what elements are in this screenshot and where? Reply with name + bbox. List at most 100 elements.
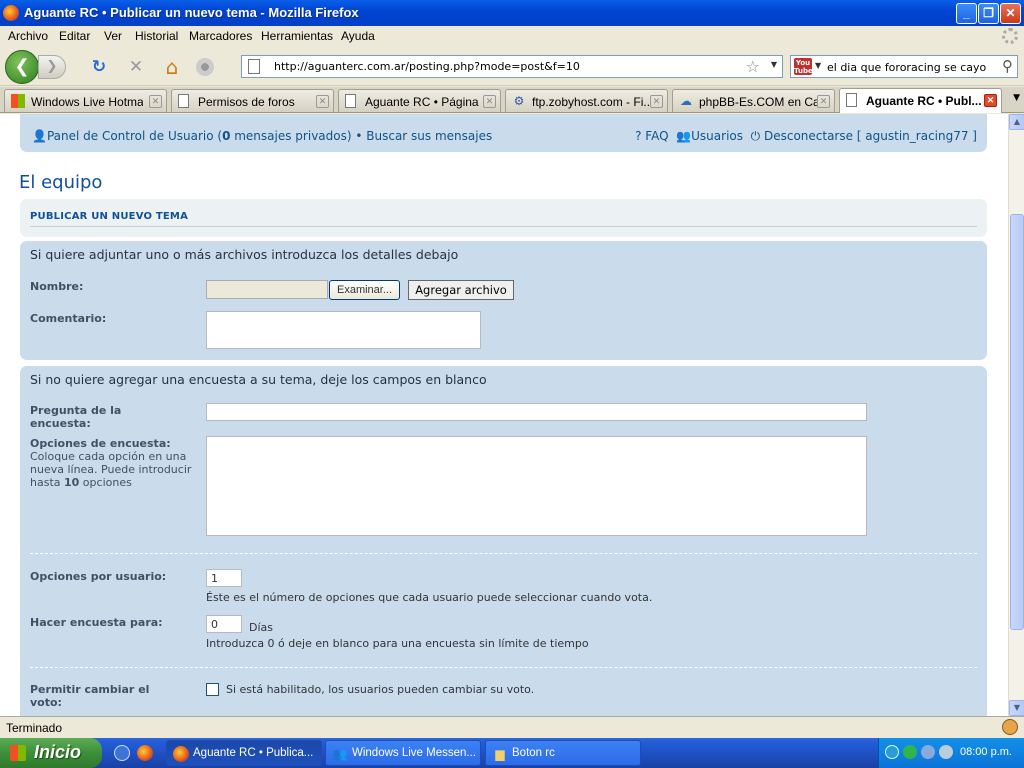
options-per-user-label: Opciones por usuario:: [30, 570, 167, 583]
power-icon: ⏻: [750, 129, 761, 143]
firefox-quicklaunch-icon[interactable]: [137, 745, 153, 761]
addon-gear-icon[interactable]: [196, 58, 214, 76]
tray-arrow-icon[interactable]: [885, 745, 899, 759]
menu-archivo[interactable]: Archivo: [8, 29, 48, 43]
tab-aguante-pagina[interactable]: Aguante RC • Página ... ✕: [338, 89, 501, 112]
tray-star-icon[interactable]: [921, 745, 935, 759]
start-label: Inicio: [34, 742, 82, 762]
close-button[interactable]: ✕: [1000, 3, 1021, 24]
poll-question-label: Pregunta de la encuesta:: [30, 404, 122, 430]
bookmark-star-icon[interactable]: ☆: [746, 57, 760, 76]
page-icon: [248, 59, 260, 74]
menu-ayuda[interactable]: Ayuda: [341, 29, 375, 43]
search-engine-dropdown-icon[interactable]: ▼: [815, 61, 821, 70]
ie-quicklaunch-icon[interactable]: [114, 745, 130, 761]
messenger-icon: 👥: [332, 747, 348, 761]
tab-label: phpBB-Es.COM en Ca...: [699, 95, 817, 109]
task-messenger[interactable]: 👥 Windows Live Messen...: [325, 740, 481, 766]
vertical-scrollbar[interactable]: ▲ ▼: [1008, 114, 1024, 716]
poll-duration-note: Introduzca 0 ó deje en blanco para una e…: [206, 637, 589, 650]
url-dropdown-icon[interactable]: ▼: [771, 60, 777, 69]
tab-label: Windows Live Hotmail: [31, 95, 143, 109]
change-vote-checkbox[interactable]: [206, 683, 219, 696]
tab-close-icon[interactable]: ✕: [817, 95, 830, 108]
search-icon[interactable]: ⚲: [1002, 57, 1013, 75]
tab-list-icon[interactable]: ▼: [1013, 93, 1020, 103]
poll-question-input[interactable]: [206, 403, 867, 421]
post-header-title: PUBLICAR UN NUEVO TEMA: [30, 211, 189, 222]
task-folder[interactable]: ▆ Boton rc: [485, 740, 641, 766]
windows-flag-icon: [10, 745, 26, 761]
tab-close-icon[interactable]: ✕: [984, 94, 997, 107]
stop-icon[interactable]: ✕: [125, 56, 147, 78]
title-bar: Aguante RC • Publicar un nuevo tema - Mo…: [0, 0, 1024, 26]
comment-textarea[interactable]: [206, 311, 481, 349]
ucp-link[interactable]: Panel de Control de Usuario (0 mensajes …: [47, 129, 352, 143]
tray-network-icon[interactable]: [939, 745, 953, 759]
minimize-button[interactable]: _: [956, 3, 977, 24]
menu-marcadores[interactable]: Marcadores: [189, 29, 252, 43]
menu-bar: Archivo Editar Ver Historial Marcadores …: [0, 26, 1024, 46]
attachments-intro: Si quiere adjuntar uno o más archivos in…: [30, 247, 459, 262]
navigation-toolbar: ❮ ❯ ↻ ✕ ⌂ http://aguanterc.com.ar/postin…: [0, 46, 1024, 86]
poll-intro: Si no quiere agregar una encuesta a su t…: [30, 372, 487, 387]
logout-link[interactable]: Desconectarse [ agustin_racing77 ]: [764, 129, 977, 143]
tab-phpbb[interactable]: ☁ phpBB-Es.COM en Ca... ✕: [672, 89, 835, 112]
scroll-up-icon[interactable]: ▲: [1009, 114, 1024, 130]
back-button[interactable]: ❮: [5, 50, 39, 84]
scroll-thumb[interactable]: [1010, 214, 1024, 630]
tab-close-icon[interactable]: ✕: [483, 95, 496, 108]
url-bar[interactable]: http://aguanterc.com.ar/posting.php?mode…: [241, 55, 783, 78]
tab-hotmail[interactable]: Windows Live Hotmail ✕: [4, 89, 167, 112]
search-input[interactable]: el dia que fororacing se cayo: [827, 61, 986, 74]
search-box[interactable]: You Tube ▼ el dia que fororacing se cayo…: [790, 55, 1018, 78]
poll-options-desc: Coloque cada opción en una nueva línea. …: [30, 450, 192, 489]
poll-duration-input[interactable]: 0: [206, 615, 242, 633]
tab-bar: Windows Live Hotmail ✕ Permisos de foros…: [0, 87, 1024, 113]
file-name-label: Nombre:: [30, 280, 84, 293]
tab-label: Permisos de foros: [198, 95, 295, 109]
home-icon[interactable]: ⌂: [161, 56, 183, 78]
browse-button[interactable]: Examinar...: [329, 280, 400, 300]
faq-icon: ?: [635, 129, 642, 143]
reload-icon[interactable]: ↻: [88, 56, 110, 78]
tab-permisos[interactable]: Permisos de foros ✕: [171, 89, 334, 112]
page-title: El equipo: [19, 172, 103, 193]
members-icon: 👥: [676, 129, 692, 143]
file-path-input[interactable]: [206, 280, 328, 299]
page-viewport: 👤Panel de Control de Usuario (0 mensajes…: [0, 114, 1008, 716]
search-posts-link[interactable]: Buscar sus mensajes: [366, 129, 492, 143]
forum-nav-bar: 👤Panel de Control de Usuario (0 mensajes…: [20, 114, 987, 152]
options-per-user-note: Éste es el número de opciones que cada u…: [206, 591, 653, 604]
task-firefox[interactable]: Aguante RC • Publica...: [166, 740, 322, 766]
menu-herramientas[interactable]: Herramientas: [261, 29, 333, 43]
user-icon: 👤: [32, 129, 47, 143]
youtube-icon[interactable]: You Tube: [794, 58, 813, 75]
start-button[interactable]: Inicio: [0, 738, 102, 768]
options-per-user-input[interactable]: 1: [206, 569, 242, 587]
poll-options-textarea[interactable]: [206, 436, 867, 536]
folder-icon: ▆: [495, 747, 505, 761]
maximize-button[interactable]: ❐: [978, 3, 999, 24]
menu-editar[interactable]: Editar: [59, 29, 90, 43]
forward-button[interactable]: ❯: [38, 55, 66, 79]
menu-historial[interactable]: Historial: [135, 29, 178, 43]
tab-close-icon[interactable]: ✕: [316, 95, 329, 108]
firefox-icon: [3, 5, 19, 21]
menu-ver[interactable]: Ver: [104, 29, 122, 43]
tab-close-icon[interactable]: ✕: [650, 95, 663, 108]
members-link[interactable]: Usuarios: [691, 129, 743, 143]
tab-ftp[interactable]: ⚙ ftp.zobyhost.com - Fi... ✕: [505, 89, 668, 112]
clock: 08:00 p.m.: [960, 746, 1012, 758]
tab-aguante-publicar[interactable]: Aguante RC • Publ... ✕: [839, 88, 1002, 113]
tab-close-icon[interactable]: ✕: [149, 95, 162, 108]
page-icon: [345, 94, 356, 108]
faq-link[interactable]: FAQ: [645, 129, 668, 143]
divider: [30, 226, 977, 227]
add-file-button[interactable]: Agregar archivo: [408, 280, 514, 300]
task-label: Windows Live Messen...: [352, 747, 476, 759]
scroll-down-icon[interactable]: ▼: [1009, 700, 1024, 716]
url-text: http://aguanterc.com.ar/posting.php?mode…: [274, 60, 580, 73]
tray-messenger-icon[interactable]: [903, 745, 917, 759]
addon-status-icon[interactable]: [1002, 719, 1018, 735]
